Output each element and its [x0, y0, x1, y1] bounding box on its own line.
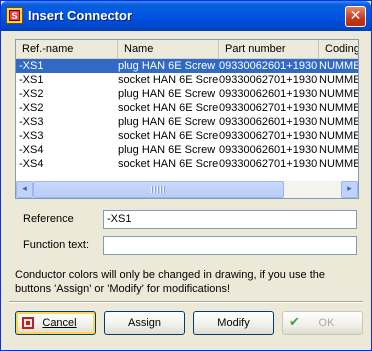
list-rows: -XS1 plug HAN 6E Screw 09330062601+1930 NUM…	[16, 59, 358, 171]
separator	[9, 301, 363, 303]
reference-input[interactable]: -XS1	[103, 210, 357, 229]
cell-ref: -XS4	[19, 144, 44, 156]
insert-connector-dialog: S Insert Connector ✕ Ref.-name Name Part…	[0, 0, 372, 351]
column-header-part-number[interactable]: Part number	[219, 40, 319, 59]
cell-part: 09330062601+1930	[219, 116, 318, 128]
cell-name: plug HAN 6E Screw	[118, 88, 216, 100]
cell-ref: -XS3	[19, 130, 44, 142]
cell-part: 09330062701+1930	[219, 158, 318, 170]
cell-part: 09330062701+1930	[219, 130, 318, 142]
list-row[interactable]: -XS4 socket HAN 6E Scre 09330062701+1930 NU…	[16, 157, 358, 171]
ok-button[interactable]: ✔ OK	[282, 311, 363, 335]
cell-name: plug HAN 6E Screw	[118, 116, 216, 128]
assign-label: Assign	[127, 317, 162, 329]
cell-part: 09330062601+1930	[219, 88, 318, 100]
list-header: Ref.-name Name Part number Coding	[16, 40, 358, 59]
cell-name: plug HAN 6E Screw	[118, 144, 216, 156]
column-header-name[interactable]: Name	[118, 40, 219, 59]
cell-ref: -XS2	[19, 102, 44, 114]
cell-part: 09330062701+1930	[219, 102, 318, 114]
cell-name: socket HAN 6E Scre	[118, 130, 218, 142]
cell-ref: -XS1	[19, 74, 44, 86]
cell-ref: -XS3	[19, 116, 44, 128]
reference-label: Reference	[23, 213, 74, 225]
cell-part: 09330062701+1930	[219, 74, 318, 86]
cell-coding: NUMMER	[319, 130, 358, 142]
cell-name: socket HAN 6E Scre	[118, 102, 218, 114]
title-bar[interactable]: S Insert Connector ✕	[1, 1, 371, 31]
cell-name: socket HAN 6E Scre	[118, 158, 218, 170]
cancel-button[interactable]: Cancel	[15, 311, 96, 335]
ok-label: OK	[318, 317, 335, 329]
window-title: Insert Connector	[28, 8, 133, 23]
function-text-label: Function text:	[23, 239, 90, 251]
list-row[interactable]: -XS2 plug HAN 6E Screw 09330062601+1930 NUM…	[16, 87, 358, 101]
cancel-icon	[22, 317, 34, 329]
cell-coding: NUMMER	[319, 102, 358, 114]
list-row[interactable]: -XS1 plug HAN 6E Screw 09330062601+1930 NUM…	[16, 59, 358, 73]
checkmark-icon: ✔	[289, 315, 300, 330]
function-text-input[interactable]	[103, 236, 357, 255]
info-text: Conductor colors will only be changed in…	[15, 269, 326, 295]
scroll-thumb[interactable]	[33, 181, 284, 198]
cell-ref: -XS1	[19, 60, 44, 72]
scroll-left-button[interactable]: ◂	[16, 181, 33, 198]
list-row[interactable]: -XS3 plug HAN 6E Screw 09330062601+1930 NUM…	[16, 115, 358, 129]
list-row[interactable]: -XS2 socket HAN 6E Scre 09330062701+1930 NU…	[16, 101, 358, 115]
close-button[interactable]: ✕	[345, 6, 366, 27]
column-header-ref-name[interactable]: Ref.-name	[16, 40, 118, 59]
cell-coding: NUMMER	[319, 60, 358, 72]
cell-coding: NUMMER	[319, 158, 358, 170]
cell-ref: -XS2	[19, 88, 44, 100]
list-row[interactable]: -XS4 plug HAN 6E Screw 09330062601+1930 NUM…	[16, 143, 358, 157]
list-row[interactable]: -XS3 socket HAN 6E Scre 09330062701+1930 NU…	[16, 129, 358, 143]
cell-name: socket HAN 6E Scre	[118, 74, 218, 86]
cell-part: 09330062601+1930	[219, 60, 318, 72]
app-icon: S	[6, 7, 23, 24]
modify-button[interactable]: Modify	[193, 311, 274, 335]
cell-coding: NUMMER	[319, 74, 358, 86]
cell-name: plug HAN 6E Screw	[118, 60, 216, 72]
cell-coding: NUMMER	[319, 88, 358, 100]
cancel-label: Cancel	[42, 317, 77, 329]
cell-coding: NUMMER	[319, 116, 358, 128]
list-row[interactable]: -XS1 socket HAN 6E Scre 09330062701+1930 NU…	[16, 73, 358, 87]
assign-button[interactable]: Assign	[104, 311, 185, 335]
connector-list[interactable]: Ref.-name Name Part number Coding -XS1 pl…	[15, 39, 359, 199]
grip-icon	[151, 186, 165, 193]
modify-label: Modify	[217, 317, 250, 329]
cell-ref: -XS4	[19, 158, 44, 170]
cell-part: 09330062601+1930	[219, 144, 318, 156]
horizontal-scrollbar[interactable]: ◂ ▸	[16, 181, 358, 198]
scroll-right-button[interactable]: ▸	[341, 181, 358, 198]
column-header-coding[interactable]: Coding	[319, 40, 358, 59]
cell-coding: NUMMER	[319, 144, 358, 156]
